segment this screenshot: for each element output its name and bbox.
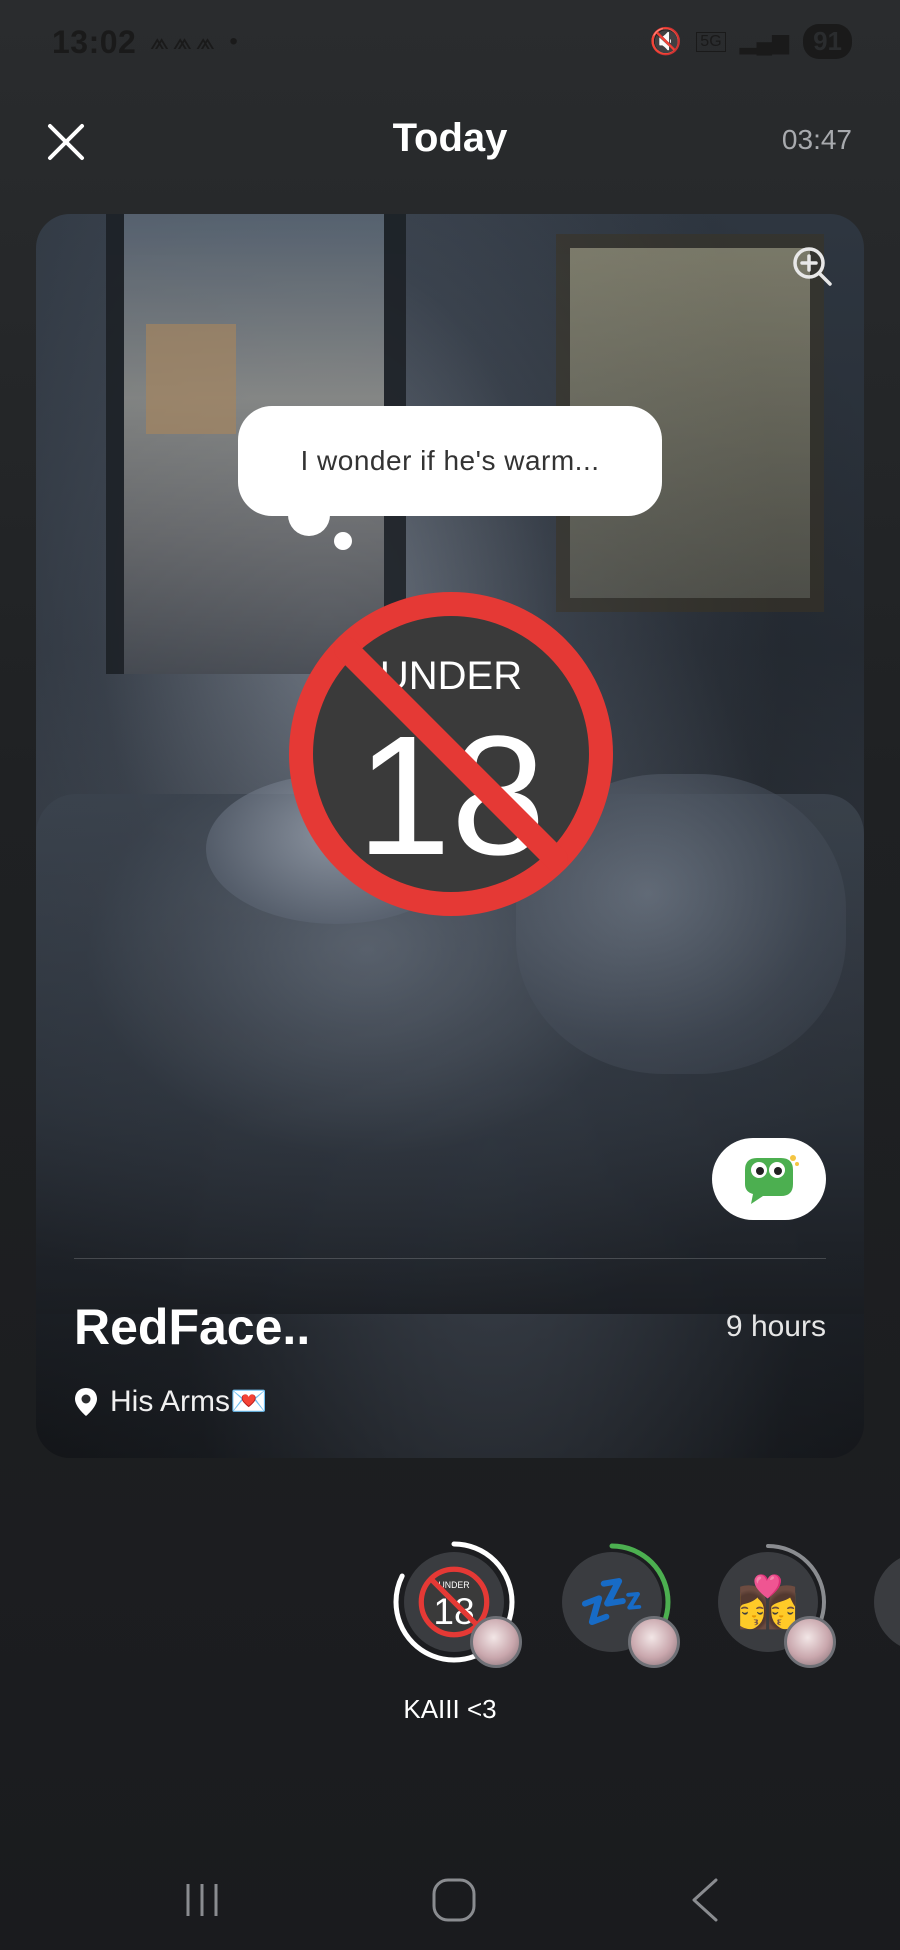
recent-apps-button[interactable] bbox=[172, 1870, 232, 1930]
story-thumb bbox=[874, 1552, 900, 1652]
card-divider bbox=[74, 1258, 826, 1259]
avatar bbox=[784, 1616, 836, 1668]
badge-number: 18 bbox=[356, 701, 545, 891]
avatar bbox=[628, 1616, 680, 1668]
zoom-in-icon bbox=[793, 247, 832, 286]
status-indicators: 🔇 5G ▂▄▆ 91 bbox=[650, 24, 852, 59]
reaction-button[interactable] bbox=[712, 1138, 826, 1220]
photo-window-light bbox=[146, 324, 236, 434]
location-text: His Arms💌 bbox=[110, 1385, 268, 1418]
location: His Arms💌 bbox=[74, 1384, 267, 1419]
mute-icon: 🔇 bbox=[649, 26, 683, 56]
battery-level: 91 bbox=[803, 24, 852, 59]
under-18-badge: UNDER 18 bbox=[289, 592, 613, 916]
story-label: KAIII <3 bbox=[403, 1694, 497, 1724]
frog-emoji-icon bbox=[745, 1155, 799, 1204]
author-name[interactable]: RedFace.. bbox=[74, 1298, 310, 1356]
elapsed-timer: 03:47 bbox=[781, 124, 852, 155]
back-button[interactable] bbox=[676, 1870, 736, 1930]
thought-text: I wonder if he's warm... bbox=[300, 445, 600, 476]
signal-icon: ▂▄▆ bbox=[739, 28, 790, 54]
recent-apps-icon bbox=[186, 1884, 218, 1916]
post-duration: 9 hours bbox=[725, 1310, 826, 1343]
page-title: Today bbox=[392, 116, 508, 160]
story-item-partial[interactable] bbox=[862, 1540, 900, 1664]
notification-icons: ⩕⩕⩕ • bbox=[150, 28, 242, 55]
zoom-in-button[interactable] bbox=[790, 244, 834, 288]
home-icon bbox=[432, 1878, 476, 1922]
avatar bbox=[470, 1616, 522, 1668]
post-card[interactable]: I wonder if he's warm... UNDER 18 RedFac… bbox=[36, 214, 864, 1458]
location-pin-icon bbox=[75, 1387, 97, 1416]
thought-bubble-tail bbox=[288, 494, 330, 536]
network-type: 5G bbox=[696, 31, 726, 52]
story-item-selected[interactable]: UNDER 18 bbox=[392, 1540, 522, 1668]
thought-bubble-tail-dot bbox=[334, 532, 352, 550]
story-item-sleeping[interactable]: 💤 bbox=[550, 1540, 680, 1668]
home-button[interactable] bbox=[424, 1870, 484, 1930]
status-time: 13:02 bbox=[52, 24, 137, 60]
back-icon bbox=[692, 1878, 718, 1922]
story-item-kiss[interactable]: 👩‍❤️‍💋‍👩 bbox=[706, 1540, 836, 1668]
